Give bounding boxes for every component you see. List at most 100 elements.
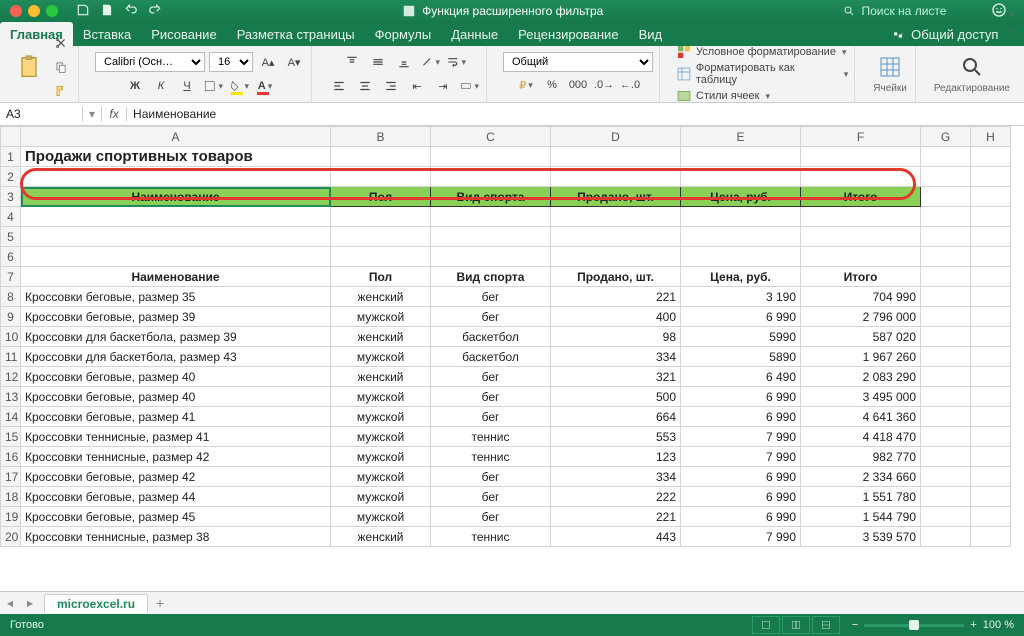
row-header[interactable]: 16 xyxy=(1,447,21,467)
cell[interactable] xyxy=(551,167,681,187)
cell[interactable]: женский xyxy=(331,287,431,307)
cell[interactable] xyxy=(331,167,431,187)
cell[interactable]: баскетбол xyxy=(431,347,551,367)
cell[interactable] xyxy=(921,327,971,347)
cell[interactable]: теннис xyxy=(431,527,551,547)
cell[interactable]: Итого xyxy=(801,187,921,207)
cell[interactable]: Пол xyxy=(331,267,431,287)
align-bottom-icon[interactable] xyxy=(393,51,415,73)
cell[interactable] xyxy=(681,167,801,187)
cell[interactable]: Цена, руб. xyxy=(681,267,801,287)
row-header[interactable]: 15 xyxy=(1,427,21,447)
cell[interactable] xyxy=(971,227,1011,247)
cell[interactable]: 4 641 360 xyxy=(801,407,921,427)
wrap-text-icon[interactable]: ▾ xyxy=(445,51,467,73)
cell[interactable]: 553 xyxy=(551,427,681,447)
cell[interactable]: Кроссовки для баскетбола, размер 43 xyxy=(21,347,331,367)
cell[interactable]: мужской xyxy=(331,307,431,327)
cell[interactable] xyxy=(431,167,551,187)
cell[interactable] xyxy=(801,167,921,187)
cell[interactable]: 1 551 780 xyxy=(801,487,921,507)
row-header[interactable]: 18 xyxy=(1,487,21,507)
cell[interactable]: Кроссовки теннисные, размер 41 xyxy=(21,427,331,447)
cell[interactable] xyxy=(921,207,971,227)
cell[interactable]: 6 990 xyxy=(681,307,801,327)
col-header-C[interactable]: C xyxy=(431,127,551,147)
cell[interactable] xyxy=(431,247,551,267)
cell[interactable]: 1 967 260 xyxy=(801,347,921,367)
row-header[interactable]: 7 xyxy=(1,267,21,287)
autosave-icon[interactable] xyxy=(76,3,90,20)
col-header-G[interactable]: G xyxy=(921,127,971,147)
font-size-select[interactable]: 16 xyxy=(209,52,253,72)
decrease-decimal-icon[interactable]: ←.0 xyxy=(619,74,641,96)
cell[interactable] xyxy=(331,227,431,247)
row-header[interactable]: 1 xyxy=(1,147,21,167)
cell[interactable]: 5990 xyxy=(681,327,801,347)
fill-color-icon[interactable]: ▾ xyxy=(228,75,250,97)
cell[interactable]: 704 990 xyxy=(801,287,921,307)
cell-styles-button[interactable]: Стили ячеек▾ xyxy=(676,88,770,104)
cell[interactable] xyxy=(921,147,971,167)
cell[interactable] xyxy=(681,147,801,167)
cell[interactable]: 1 544 790 xyxy=(801,507,921,527)
cut-icon[interactable] xyxy=(50,32,72,54)
view-normal-icon[interactable] xyxy=(752,616,780,634)
cell[interactable] xyxy=(921,507,971,527)
view-page-layout-icon[interactable] xyxy=(782,616,810,634)
cell[interactable] xyxy=(971,187,1011,207)
cell[interactable]: женский xyxy=(331,367,431,387)
cell[interactable] xyxy=(801,227,921,247)
cell[interactable]: 7 990 xyxy=(681,527,801,547)
cell[interactable]: Кроссовки теннисные, размер 38 xyxy=(21,527,331,547)
cell[interactable] xyxy=(971,507,1011,527)
cell[interactable] xyxy=(921,267,971,287)
cell[interactable] xyxy=(971,147,1011,167)
col-header-H[interactable]: H xyxy=(971,127,1011,147)
cell[interactable]: 123 xyxy=(551,447,681,467)
row-header[interactable]: 4 xyxy=(1,207,21,227)
cell[interactable] xyxy=(971,447,1011,467)
row-header[interactable]: 2 xyxy=(1,167,21,187)
cell[interactable]: женский xyxy=(331,527,431,547)
cell[interactable] xyxy=(921,407,971,427)
cell[interactable]: Итого xyxy=(801,267,921,287)
cell[interactable]: Кроссовки теннисные, размер 42 xyxy=(21,447,331,467)
row-header[interactable]: 13 xyxy=(1,387,21,407)
cell[interactable]: Кроссовки для баскетбола, размер 39 xyxy=(21,327,331,347)
cell[interactable]: 400 xyxy=(551,307,681,327)
cell[interactable] xyxy=(971,167,1011,187)
cell[interactable]: бег xyxy=(431,507,551,527)
cell[interactable]: 221 xyxy=(551,287,681,307)
increase-font-icon[interactable]: A▴ xyxy=(257,51,279,73)
cell[interactable] xyxy=(551,147,681,167)
cell[interactable] xyxy=(921,167,971,187)
tab-данные[interactable]: Данные xyxy=(441,22,508,46)
tab-вставка[interactable]: Вставка xyxy=(73,22,141,46)
cell[interactable]: 982 770 xyxy=(801,447,921,467)
format-painter-icon[interactable] xyxy=(50,80,72,102)
close-window-button[interactable] xyxy=(10,5,22,17)
cell[interactable]: 6 990 xyxy=(681,507,801,527)
cell[interactable]: Кроссовки беговые, размер 35 xyxy=(21,287,331,307)
cell[interactable]: Кроссовки беговые, размер 40 xyxy=(21,367,331,387)
cell[interactable]: 6 990 xyxy=(681,387,801,407)
cell[interactable]: 664 xyxy=(551,407,681,427)
cells-group[interactable]: Ячейки xyxy=(865,46,916,102)
font-name-select[interactable]: Calibri (Осн… xyxy=(95,52,205,72)
cell[interactable] xyxy=(921,447,971,467)
sheet-nav-first[interactable]: ◂ xyxy=(0,596,20,610)
cell[interactable] xyxy=(921,187,971,207)
cell[interactable]: Кроссовки беговые, размер 42 xyxy=(21,467,331,487)
cell[interactable]: 443 xyxy=(551,527,681,547)
sheet-nav-last[interactable]: ▸ xyxy=(20,596,40,610)
increase-decimal-icon[interactable]: .0→ xyxy=(593,74,615,96)
cell[interactable] xyxy=(921,227,971,247)
name-box[interactable]: A3 xyxy=(0,107,83,121)
decrease-font-icon[interactable]: A▾ xyxy=(283,51,305,73)
font-color-icon[interactable]: А▾ xyxy=(254,75,276,97)
align-middle-icon[interactable] xyxy=(367,51,389,73)
cell[interactable] xyxy=(681,247,801,267)
cell[interactable] xyxy=(21,167,331,187)
cell[interactable] xyxy=(431,227,551,247)
